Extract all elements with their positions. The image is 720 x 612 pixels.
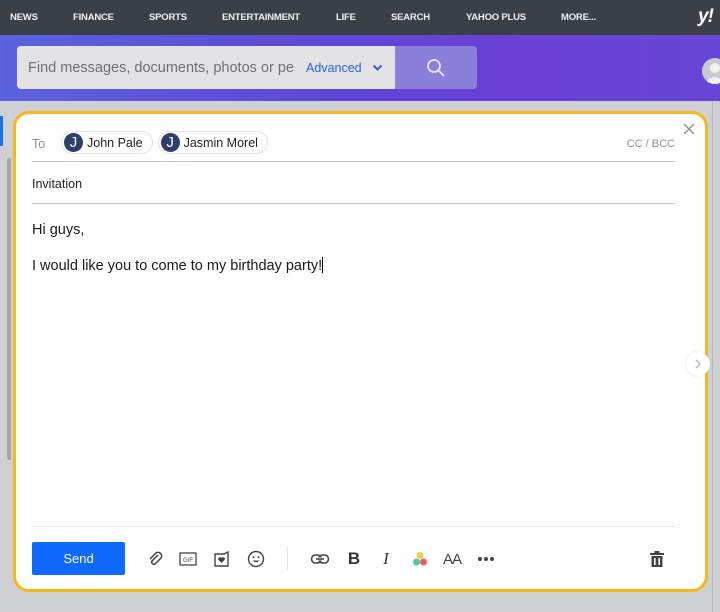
recipient-chip[interactable]: J Jasmin Morel [157, 131, 268, 154]
svg-text:GIF: GIF [183, 558, 193, 564]
nav-finance[interactable]: FINANCE [73, 12, 114, 23]
nav-yahoo-plus[interactable]: YAHOO PLUS [466, 12, 526, 23]
italic-button[interactable]: I [376, 549, 396, 569]
nav-search[interactable]: SEARCH [391, 12, 430, 23]
color-icon [413, 552, 427, 566]
cc-bcc-toggle[interactable]: CC / BCC [627, 138, 675, 150]
insert-emoji-button[interactable] [246, 549, 266, 569]
recipient-name: Jasmin Morel [183, 135, 258, 150]
bold-button[interactable]: B [344, 549, 364, 569]
header: Advanced [0, 35, 720, 101]
nav-more[interactable]: MORE... [561, 12, 596, 23]
discard-draft-button[interactable] [647, 549, 667, 569]
compose-window: To J John Pale J Jasmin Morel CC / BCC H… [13, 111, 710, 592]
message-list-scrollbar[interactable] [7, 158, 11, 460]
close-compose-button[interactable] [682, 122, 696, 136]
attach-file-button[interactable] [146, 549, 166, 569]
link-icon [310, 554, 330, 564]
person-icon [705, 63, 720, 84]
yahoo-logo[interactable]: y! [698, 6, 714, 28]
subject-field [32, 163, 675, 204]
gif-icon: GIF [179, 552, 197, 566]
send-button[interactable]: Send [32, 542, 125, 575]
advanced-label: Advanced [306, 60, 362, 75]
chevron-right-icon [695, 359, 701, 369]
sticker-card-icon [214, 550, 229, 567]
body-line: Hi guys, [32, 222, 85, 238]
message-body[interactable]: Hi guys, I would like you to come to my … [32, 222, 675, 522]
bold-icon: B [347, 549, 361, 568]
recipient-avatar: J [64, 133, 83, 152]
text-cursor [322, 257, 324, 273]
search-button[interactable] [395, 46, 477, 89]
to-field[interactable]: To J John Pale J Jasmin Morel CC / BCC [32, 131, 675, 162]
user-avatar[interactable] [702, 58, 720, 84]
chevron-down-icon [372, 64, 382, 71]
insert-link-button[interactable] [310, 549, 330, 569]
body-line-text: I would like you to come to my birthday … [32, 258, 323, 274]
toolbar-separator [287, 547, 288, 571]
more-icon [478, 557, 494, 561]
font-size-button[interactable]: AA [442, 549, 462, 569]
more-options-button[interactable] [476, 549, 496, 569]
body-line: I would like you to come to my birthday … [32, 257, 675, 292]
insert-gif-button[interactable]: GIF [178, 549, 198, 569]
toolbar-divider [32, 526, 675, 527]
italic-icon: I [383, 549, 389, 568]
text-color-button[interactable] [410, 549, 430, 569]
insert-sticker-button[interactable] [212, 549, 232, 569]
font-size-icon: AA [442, 550, 462, 568]
expand-side-panel-button[interactable] [686, 352, 710, 376]
nav-news[interactable]: NEWS [10, 12, 38, 23]
search-input[interactable] [28, 59, 294, 76]
subject-input[interactable] [32, 177, 632, 191]
delete-icon [650, 551, 664, 567]
nav-sports[interactable]: SPORTS [149, 12, 187, 23]
search-icon [427, 58, 445, 77]
nav-life[interactable]: LIFE [336, 12, 356, 23]
close-icon [683, 123, 695, 135]
search-box: Advanced [17, 46, 395, 89]
folder-selection-indicator [0, 116, 3, 146]
advanced-search-toggle[interactable]: Advanced [306, 61, 383, 75]
panel-divider [712, 101, 713, 612]
nav-entertainment[interactable]: ENTERTAINMENT [222, 12, 300, 23]
emoji-icon [247, 550, 265, 568]
to-label: To [32, 137, 46, 151]
recipient-name: John Pale [87, 135, 143, 150]
top-navigation: NEWS FINANCE SPORTS ENTERTAINMENT LIFE S… [0, 0, 720, 35]
attachment-icon [149, 551, 163, 566]
recipient-avatar: J [160, 133, 180, 152]
recipient-chip[interactable]: J John Pale [61, 131, 153, 154]
